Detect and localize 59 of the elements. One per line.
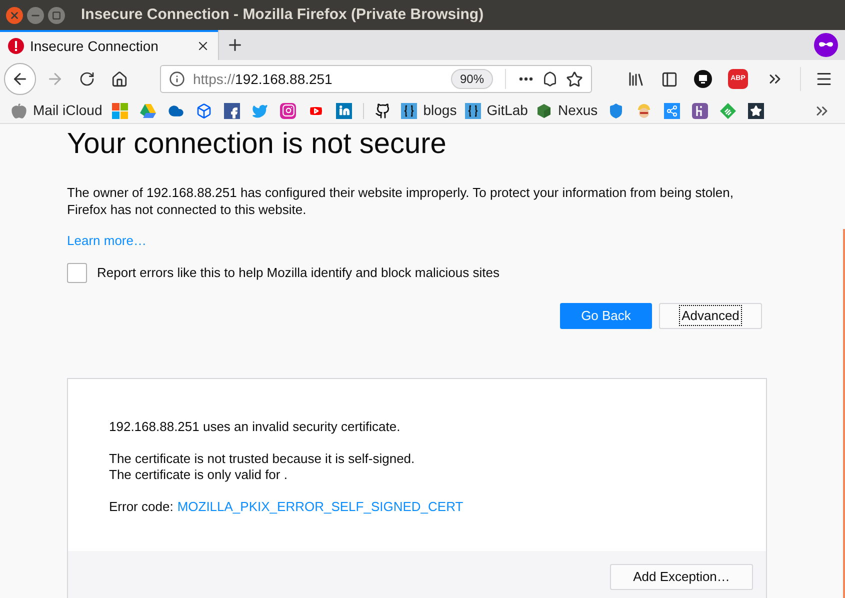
forward-arrow-icon [46, 70, 64, 88]
diamond-icon [720, 102, 736, 118]
menu-icon[interactable] [815, 70, 833, 88]
bookmark-item[interactable]: blogs [398, 100, 460, 122]
window-title: Insecure Connection - Mozilla Firefox (Private Browsing) [81, 4, 484, 25]
braces-icon [464, 102, 481, 118]
minimize-button[interactable] [27, 6, 44, 24]
certificate-info: The certificate is only valid for . [109, 466, 288, 482]
reload-icon [79, 71, 95, 87]
private-mask-icon [814, 33, 838, 57]
certificate-info: 192.168.88.251 uses an invalid security certificate. [109, 418, 402, 434]
monitor-icon[interactable] [694, 70, 712, 88]
address-bar[interactable]: https://192.168.88.251 90% [160, 65, 592, 93]
report-checkbox-label: Report errors like this to help Mozilla identify and block malicious sites [97, 264, 500, 282]
maximize-button[interactable] [48, 6, 65, 24]
instagram-icon [280, 102, 296, 118]
library-icon[interactable] [627, 70, 645, 88]
zoom-badge[interactable]: 90% [450, 69, 493, 89]
report-checkbox[interactable] [67, 262, 87, 282]
maximize-icon [52, 10, 61, 20]
triangle-icon [140, 102, 156, 118]
star-icon [748, 102, 764, 118]
error-description: The owner of 192.168.88.251 has configured their website improperly. To protect your information from being stolen, Firefox has not connected to this website. [67, 184, 735, 218]
shield-icon [608, 102, 624, 118]
braces-icon [401, 102, 418, 118]
bookmark-item[interactable]: Nexus [532, 100, 601, 122]
close-icon [9, 10, 20, 20]
go-back-button[interactable]: Go Back [560, 302, 652, 328]
play-icon [308, 102, 324, 118]
facebook-icon [224, 102, 240, 118]
close-tab-icon[interactable] [196, 39, 210, 53]
browser-tab[interactable]: Insecure Connection [0, 30, 218, 60]
certificate-info: The certificate is not trusted because it is self-signed. [109, 450, 416, 466]
apple-icon [11, 102, 27, 118]
url-text: https://192.168.88.251 [193, 70, 334, 89]
bookmark-item[interactable]: GitLab [462, 100, 531, 122]
add-exception-button[interactable]: Add Exception… [610, 564, 753, 590]
bird-icon [252, 102, 268, 118]
back-button[interactable] [4, 63, 36, 95]
info-icon[interactable] [169, 71, 185, 87]
windows-logo-icon [112, 102, 128, 118]
bookmark-item[interactable]: Mail iCloud [8, 100, 106, 122]
advanced-button[interactable]: Advanced [659, 302, 762, 328]
linkedin-icon [336, 102, 352, 118]
error-icon [8, 38, 24, 54]
github-icon [375, 102, 392, 118]
cube-icon [536, 102, 552, 118]
close-window-button[interactable] [6, 6, 23, 24]
cloud-icon [168, 102, 184, 118]
page-heading: Your connection is not secure [67, 127, 448, 162]
box-icon [196, 102, 212, 118]
home-icon [110, 70, 128, 88]
share-icon [664, 102, 680, 118]
error-code-label: Error code: [109, 498, 174, 514]
tab-title: Insecure Connection [30, 36, 160, 56]
sidebar-icon[interactable] [661, 70, 678, 88]
worker-face-icon [636, 102, 652, 118]
heroku-icon [692, 102, 708, 118]
bookmark-star-icon[interactable] [566, 70, 583, 88]
